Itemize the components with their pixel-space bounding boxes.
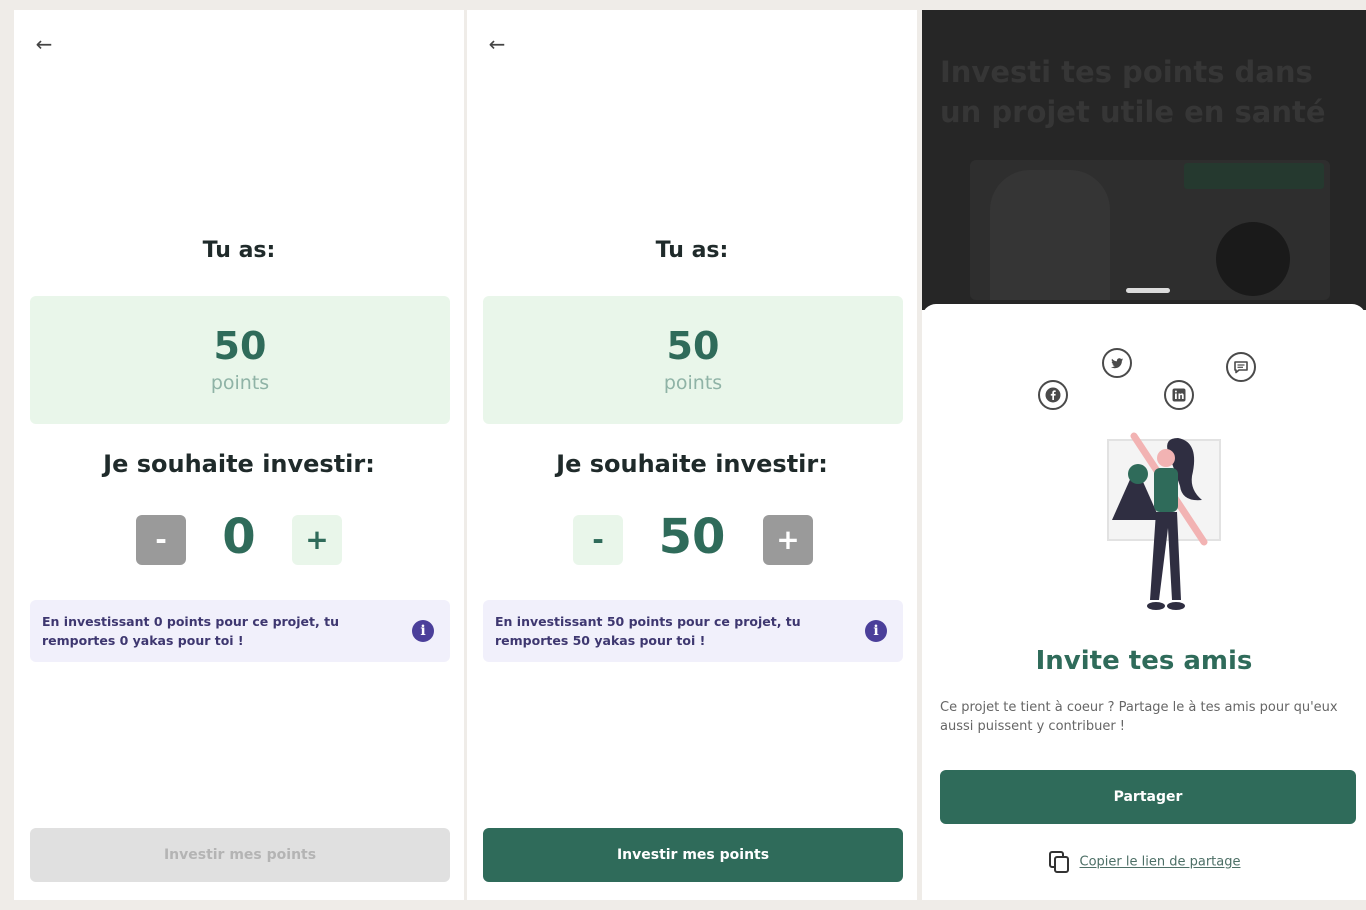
points-balance-card: 50 points [30, 296, 450, 424]
sheet-drag-handle[interactable] [1126, 288, 1170, 293]
linkedin-share-button[interactable] [1164, 380, 1194, 410]
twitter-icon [1111, 358, 1123, 369]
copy-link-label: Copier le lien de partage [1079, 854, 1241, 870]
reward-info-box: En investissant 50 points pour ce projet… [483, 600, 903, 662]
increment-button[interactable]: + [763, 515, 813, 565]
share-bottom-sheet: Invite tes amis Ce projet te tient à coe… [922, 304, 1366, 900]
you-have-label: Tu as: [655, 238, 729, 263]
invest-stepper: - 0 + [14, 509, 464, 567]
share-sheet-title: Invite tes amis [1035, 646, 1253, 676]
share-screen: Investi tes points dans un projet utile … [922, 10, 1366, 900]
woman-with-picture-illustration [1107, 432, 1221, 610]
invest-points-button[interactable]: Investir mes points [30, 828, 450, 882]
copy-icon [1048, 851, 1069, 873]
invest-stepper: - 50 + [467, 509, 917, 567]
reward-info-text: En investissant 0 points pour ce projet,… [42, 614, 339, 648]
points-balance-unit: points [210, 372, 270, 394]
invest-label: Je souhaite investir: [103, 450, 375, 478]
invest-screen-empty: ← Tu as: 50 points Je souhaite investir:… [14, 10, 464, 900]
invest-amount-value: 0 [222, 509, 256, 565]
decrement-button[interactable]: - [136, 515, 186, 565]
share-sheet-description: Ce projet te tient à coeur ? Partage le … [940, 700, 1338, 734]
message-share-button[interactable] [1226, 352, 1256, 382]
background-card-image [990, 170, 1110, 300]
back-button[interactable]: ← [32, 32, 56, 56]
increment-button[interactable]: + [292, 515, 342, 565]
modal-backdrop[interactable]: Investi tes points dans un projet utile … [922, 10, 1366, 310]
info-icon[interactable]: i [412, 620, 434, 642]
background-project-title: Investi tes points dans un projet utile … [940, 55, 1326, 129]
points-balance-value: 50 [213, 324, 267, 368]
invest-screen-filled: ← Tu as: 50 points Je souhaite investir:… [467, 10, 917, 900]
background-project-card [970, 160, 1330, 300]
info-icon[interactable]: i [865, 620, 887, 642]
points-balance-unit: points [663, 372, 723, 394]
back-button[interactable]: ← [485, 32, 509, 56]
reward-info-text: En investissant 50 points pour ce projet… [495, 614, 801, 648]
facebook-icon [1045, 387, 1061, 403]
invest-label: Je souhaite investir: [556, 450, 828, 478]
background-card-badge [1184, 163, 1324, 189]
arrow-left-icon: ← [35, 32, 53, 56]
points-balance-value: 50 [666, 324, 720, 368]
background-card-avatar [1216, 222, 1290, 296]
arrow-left-icon: ← [488, 32, 506, 56]
you-have-label: Tu as: [202, 238, 276, 263]
message-icon [1234, 361, 1248, 374]
invest-points-button[interactable]: Investir mes points [483, 828, 903, 882]
reward-info-box: En investissant 0 points pour ce projet,… [30, 600, 450, 662]
copy-share-link[interactable]: Copier le lien de partage [922, 850, 1366, 874]
invest-amount-value: 50 [658, 509, 726, 565]
decrement-button[interactable]: - [573, 515, 623, 565]
points-balance-card: 50 points [483, 296, 903, 424]
linkedin-icon [1172, 388, 1186, 402]
facebook-share-button[interactable] [1038, 380, 1068, 410]
twitter-share-button[interactable] [1102, 348, 1132, 378]
share-button[interactable]: Partager [940, 770, 1356, 824]
